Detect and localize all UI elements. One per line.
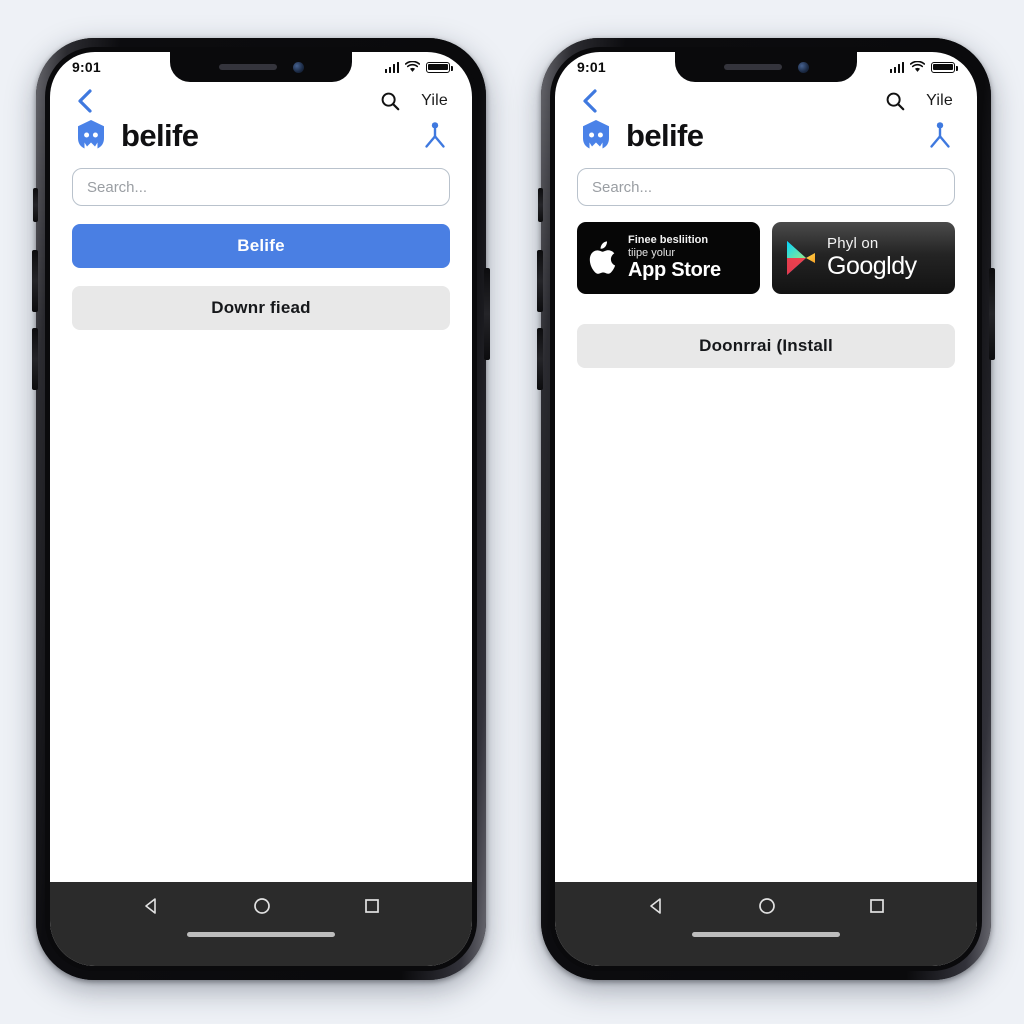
notch-right: [675, 52, 857, 82]
notch-left: [170, 52, 352, 82]
android-recents-square-icon[interactable]: [868, 897, 886, 915]
brand-row-left: belife: [50, 116, 472, 152]
nav-right-group-right: Yile: [884, 90, 953, 112]
google-play-badge[interactable]: Phyl on Googldy: [772, 222, 955, 294]
belife-primary-button[interactable]: Belife: [72, 224, 450, 268]
wifi-icon: [910, 61, 925, 72]
nav-right-group-left: Yile: [379, 90, 448, 112]
android-back-triangle-icon[interactable]: [141, 896, 161, 916]
apple-badge-line1: Finee besliition: [628, 234, 709, 247]
volume-up-button-left-phone[interactable]: [32, 250, 38, 312]
app-nav-row-left: Yile: [50, 82, 472, 116]
home-indicator-bar-right[interactable]: [692, 932, 840, 937]
download-install-secondary-button[interactable]: Doonrrai (Install: [577, 324, 955, 368]
power-button-right-phone[interactable]: [989, 268, 995, 360]
empty-content-area-left: [50, 330, 472, 882]
button-stack-left: Belife Downr fiead: [50, 206, 472, 330]
apple-badge-line3: App Store: [628, 259, 721, 282]
apple-badge-line2: tiipe yolur: [628, 246, 676, 259]
brand-left-group: belife: [74, 117, 199, 153]
belife-robot-logo-icon: [78, 120, 104, 149]
back-chevron-icon[interactable]: [579, 88, 601, 114]
status-icons: [889, 61, 958, 73]
search-icon[interactable]: [379, 90, 401, 112]
google-badge-line2: Googldy: [827, 252, 917, 281]
android-nav-icons-right: [555, 896, 977, 916]
menu-label-yile[interactable]: Yile: [421, 92, 448, 110]
volume-up-button-right-phone[interactable]: [537, 250, 543, 312]
screenshot-stage: 9:01 Yile belife Search... Belife Downr …: [0, 0, 1024, 1024]
phone-bezel-left: 9:01 Yile belife Search... Belife Downr …: [45, 47, 477, 971]
power-button-left-phone[interactable]: [484, 268, 490, 360]
phone-screen-right: 9:01 Yile belife Search... Finee besliit…: [555, 52, 977, 966]
google-badge-line1: Phyl on: [827, 234, 879, 252]
brand-left-group: belife: [579, 117, 704, 153]
brand-row-right: belife: [555, 116, 977, 152]
battery-full-icon: [931, 61, 958, 73]
phone-screen-left: 9:01 Yile belife Search... Belife Downr …: [50, 52, 472, 966]
phone-mockup-right: 9:01 Yile belife Search... Finee besliit…: [537, 38, 995, 980]
store-badge-row: Finee besliition tiipe yolur App Store P…: [555, 206, 977, 294]
apple-badge-text: Finee besliition tiipe yolur App Store: [628, 234, 721, 281]
cellular-signal-icon: [889, 61, 904, 73]
google-badge-text: Phyl on Googldy: [827, 234, 917, 281]
front-camera-icon: [292, 61, 304, 73]
search-wrapper-left: [50, 152, 472, 206]
phone-bezel-right: 9:01 Yile belife Search... Finee besliit…: [550, 47, 982, 971]
android-nav-bar-right: [555, 882, 977, 966]
home-indicator-bar-left[interactable]: [187, 932, 335, 937]
search-input[interactable]: [72, 168, 450, 206]
brand-name: belife: [121, 117, 199, 153]
search-wrapper-right: [555, 152, 977, 206]
google-play-triangle-icon: [787, 241, 815, 275]
android-nav-icons-left: [50, 896, 472, 916]
wifi-icon: [405, 61, 420, 72]
person-share-icon[interactable]: [927, 121, 953, 149]
phone-mockup-left: 9:01 Yile belife Search... Belife Downr …: [32, 38, 490, 980]
volume-down-button-right-phone[interactable]: [537, 328, 543, 390]
android-recents-square-icon[interactable]: [363, 897, 381, 915]
battery-full-icon: [426, 61, 453, 73]
search-icon[interactable]: [884, 90, 906, 112]
status-time: 9:01: [72, 59, 101, 75]
download-secondary-button[interactable]: Downr fiead: [72, 286, 450, 330]
app-nav-row-right: Yile: [555, 82, 977, 116]
search-input[interactable]: [577, 168, 955, 206]
button-stack-right: Doonrrai (Install: [555, 294, 977, 368]
android-back-triangle-icon[interactable]: [646, 896, 666, 916]
menu-label-yile[interactable]: Yile: [926, 92, 953, 110]
back-chevron-icon[interactable]: [74, 88, 96, 114]
silent-switch-right-phone[interactable]: [538, 188, 543, 222]
silent-switch-left-phone[interactable]: [33, 188, 38, 222]
apple-app-store-badge[interactable]: Finee besliition tiipe yolur App Store: [577, 222, 760, 294]
earpiece-speaker-icon: [218, 64, 277, 70]
person-share-icon[interactable]: [422, 121, 448, 149]
android-home-circle-icon[interactable]: [757, 896, 777, 916]
status-time: 9:01: [577, 59, 606, 75]
empty-content-area-right: [555, 368, 977, 882]
android-home-circle-icon[interactable]: [252, 896, 272, 916]
apple-logo-icon: [589, 241, 616, 274]
android-nav-bar-left: [50, 882, 472, 966]
belife-robot-logo-icon: [583, 120, 609, 149]
earpiece-speaker-icon: [723, 64, 782, 70]
cellular-signal-icon: [384, 61, 399, 73]
front-camera-icon: [797, 61, 809, 73]
volume-down-button-left-phone[interactable]: [32, 328, 38, 390]
status-icons: [384, 61, 453, 73]
brand-name: belife: [626, 117, 704, 153]
